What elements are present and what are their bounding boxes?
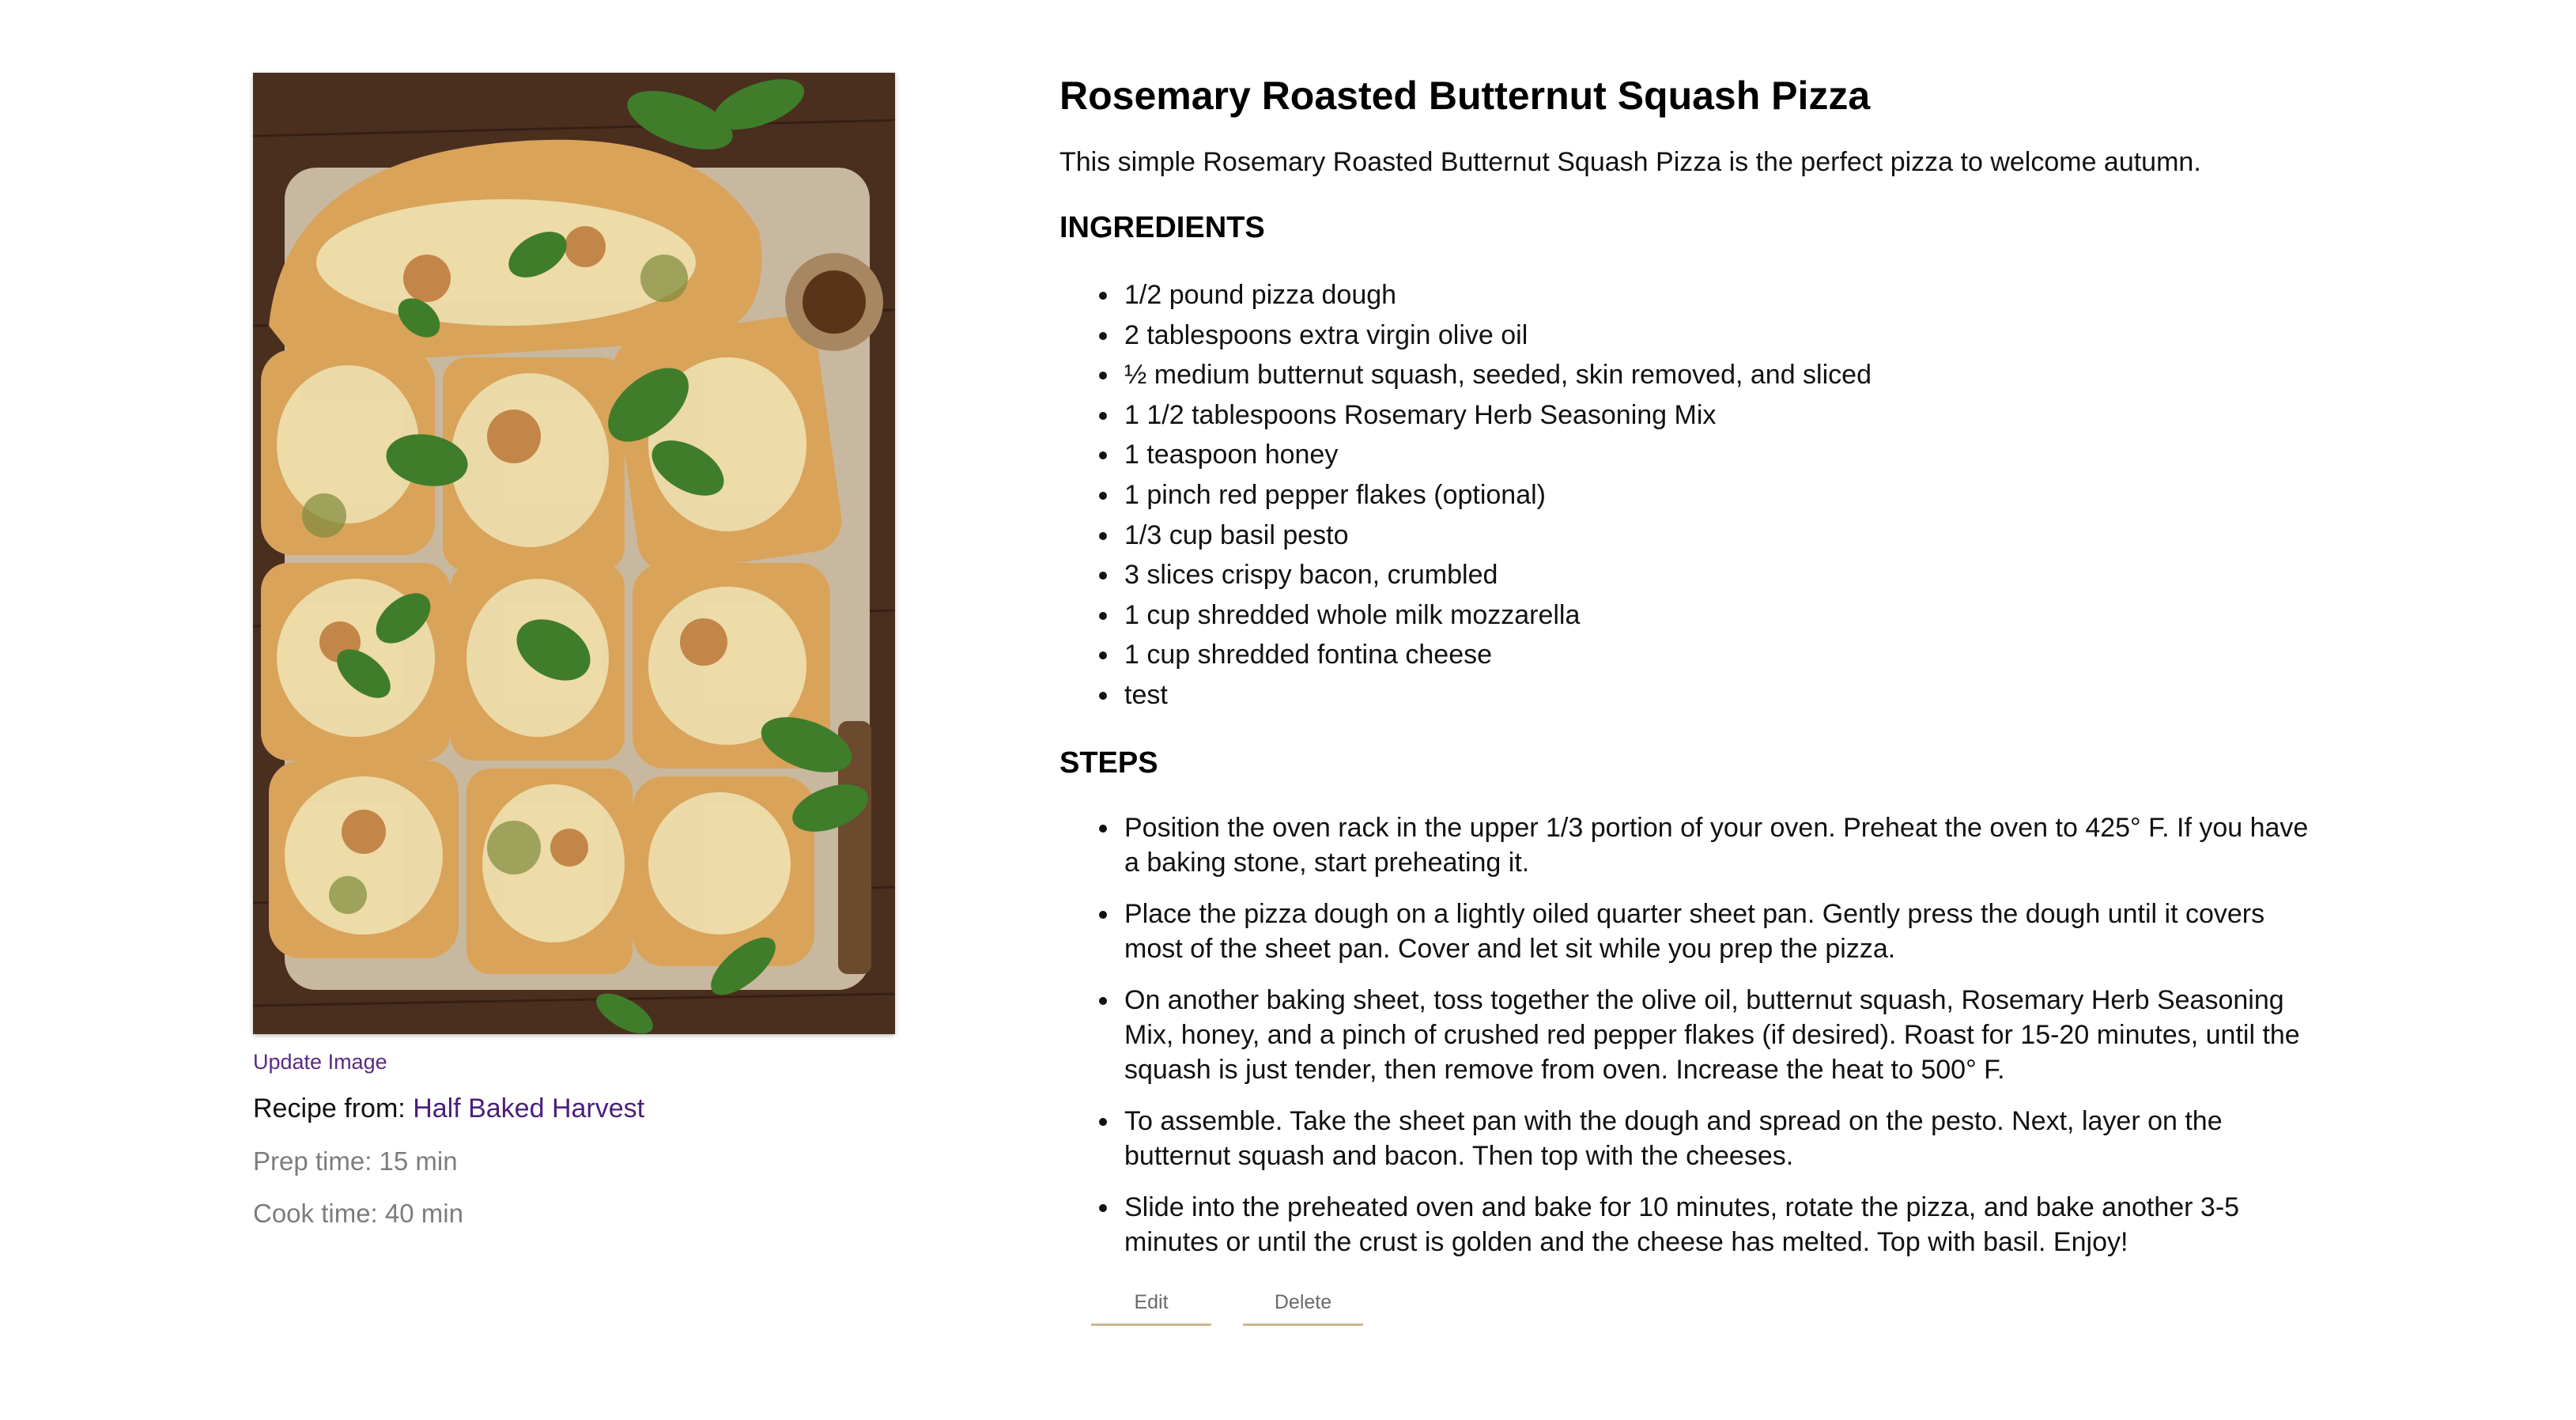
recipe-title: Rosemary Roasted Butternut Squash Pizza [1059, 74, 1871, 118]
edit-button[interactable]: Edit [1091, 1282, 1211, 1326]
bullet-icon [1099, 572, 1107, 580]
ingredient-item: 1 cup shredded fontina cheese [1059, 635, 2325, 675]
recipe-source-link[interactable]: Half Baked Harvest [413, 1093, 644, 1124]
ingredient-item: 1 1/2 tablespoons Rosemary Herb Seasonin… [1059, 395, 2325, 436]
steps-heading: STEPS [1059, 746, 1158, 780]
bullet-icon [1099, 910, 1107, 919]
prep-time: Prep time: 15 min [253, 1146, 458, 1176]
step-item: Place the pizza dough on a lightly oiled… [1059, 897, 2325, 966]
ingredient-text: 2 tablespoons extra virgin olive oil [1124, 319, 1528, 350]
bullet-icon [1099, 996, 1107, 1005]
step-list: Position the oven rack in the upper 1/3 … [1059, 810, 2325, 1259]
ingredient-item: test [1059, 675, 2325, 716]
recipe-description: This simple Rosemary Roasted Butternut S… [1059, 147, 2201, 177]
recipe-source: Recipe from: Half Baked Harvest [253, 1093, 895, 1124]
ingredient-text: ½ medium butternut squash, seeded, skin … [1124, 360, 1872, 391]
bullet-icon [1099, 372, 1107, 380]
ingredient-item: 3 slices crispy bacon, crumbled [1059, 555, 2325, 595]
step-text: Place the pizza dough on a lightly oiled… [1124, 898, 2265, 964]
ingredient-text: 1/2 pound pizza dough [1124, 280, 1397, 310]
ingredient-text: 3 slices crispy bacon, crumbled [1124, 560, 1498, 591]
bullet-icon [1099, 611, 1107, 620]
ingredient-text: 1 cup shredded fontina cheese [1124, 640, 1493, 670]
bullet-icon [1099, 651, 1107, 660]
ingredient-item: 1 teaspoon honey [1059, 435, 2325, 475]
bullet-icon [1099, 411, 1107, 420]
recipe-details: Rosemary Roasted Butternut Squash Pizza … [1059, 70, 2325, 1326]
bullet-icon [1099, 491, 1107, 500]
bullet-icon [1099, 331, 1107, 340]
ingredient-text: 1 pinch red pepper flakes (optional) [1124, 479, 1546, 510]
step-item: Slide into the preheated oven and bake f… [1059, 1190, 2325, 1259]
bullet-icon [1099, 1203, 1107, 1212]
ingredient-item: 1/3 cup basil pesto [1059, 516, 2325, 556]
ingredient-list: 1/2 pound pizza dough 2 tablespoons extr… [1059, 275, 2325, 716]
ingredient-item: 1 cup shredded whole milk mozzarella [1059, 595, 2325, 636]
ingredient-text: 1 teaspoon honey [1124, 440, 1339, 470]
recipe-page: Update Image Recipe from: Half Baked Har… [0, 0, 2576, 1420]
bullet-icon [1099, 531, 1107, 540]
step-text: To assemble. Take the sheet pan with the… [1124, 1105, 2223, 1171]
step-item: Position the oven rack in the upper 1/3 … [1059, 810, 2325, 880]
ingredients-heading: INGREDIENTS [1059, 211, 1265, 244]
recipe-sidebar: Update Image Recipe from: Half Baked Har… [253, 73, 895, 1229]
bullet-icon [1099, 451, 1107, 460]
step-text: On another baking sheet, toss together t… [1124, 984, 2300, 1085]
bullet-icon [1099, 292, 1107, 300]
bullet-icon [1099, 1117, 1107, 1126]
ingredient-text: test [1124, 679, 1168, 710]
cook-time: Cook time: 40 min [253, 1199, 463, 1228]
recipe-photo [253, 73, 895, 1034]
update-image-link[interactable]: Update Image [253, 1050, 387, 1074]
ingredient-text: 1 1/2 tablespoons Rosemary Herb Seasonin… [1124, 399, 1717, 430]
delete-button[interactable]: Delete [1243, 1282, 1363, 1326]
step-item: To assemble. Take the sheet pan with the… [1059, 1104, 2325, 1173]
step-text: Position the oven rack in the upper 1/3 … [1124, 812, 2309, 878]
ingredient-item: 2 tablespoons extra virgin olive oil [1059, 315, 2325, 356]
bullet-icon [1099, 691, 1107, 700]
ingredient-item: 1 pinch red pepper flakes (optional) [1059, 475, 2325, 516]
step-item: On another baking sheet, toss together t… [1059, 983, 2325, 1087]
recipe-source-label: Recipe from: [253, 1093, 414, 1124]
ingredient-text: 1/3 cup basil pesto [1124, 519, 1349, 550]
step-text: Slide into the preheated oven and bake f… [1124, 1192, 2240, 1257]
ingredient-text: 1 cup shredded whole milk mozzarella [1124, 599, 1581, 630]
bullet-icon [1099, 824, 1107, 833]
ingredient-item: 1/2 pound pizza dough [1059, 275, 2325, 315]
recipe-actions: Edit Delete [1091, 1282, 2325, 1326]
ingredient-item: ½ medium butternut squash, seeded, skin … [1059, 355, 2325, 395]
